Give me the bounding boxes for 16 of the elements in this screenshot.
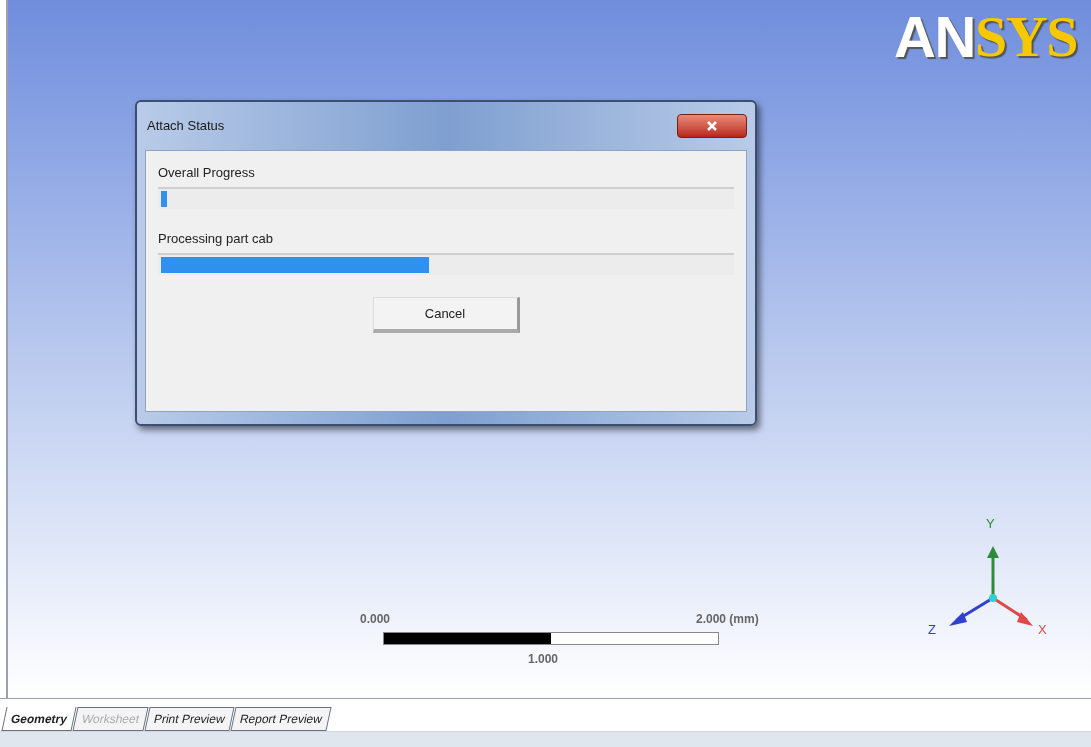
logo: ANSYS [894, 8, 1077, 66]
axis-label: Y [986, 515, 995, 533]
progress-label: Processing part cab [158, 231, 274, 247]
axis-label: X [1038, 621, 1047, 639]
window-title: Attach Status [147, 117, 225, 136]
close-icon [706, 120, 718, 132]
scale-label: 0.000 [360, 611, 391, 628]
tab[interactable]: Geometry [1, 707, 77, 731]
close-button[interactable] [677, 114, 747, 138]
tab[interactable]: Report Preview [230, 707, 332, 731]
tab[interactable]: Print Preview [144, 707, 235, 731]
cancel-button[interactable]: Cancel [372, 297, 520, 333]
scale-label: 2.000 (mm) [696, 611, 759, 628]
scale-label: 1.000 [528, 651, 559, 668]
progress-label: Overall Progress [158, 165, 256, 181]
axis-label: Z [928, 621, 936, 639]
